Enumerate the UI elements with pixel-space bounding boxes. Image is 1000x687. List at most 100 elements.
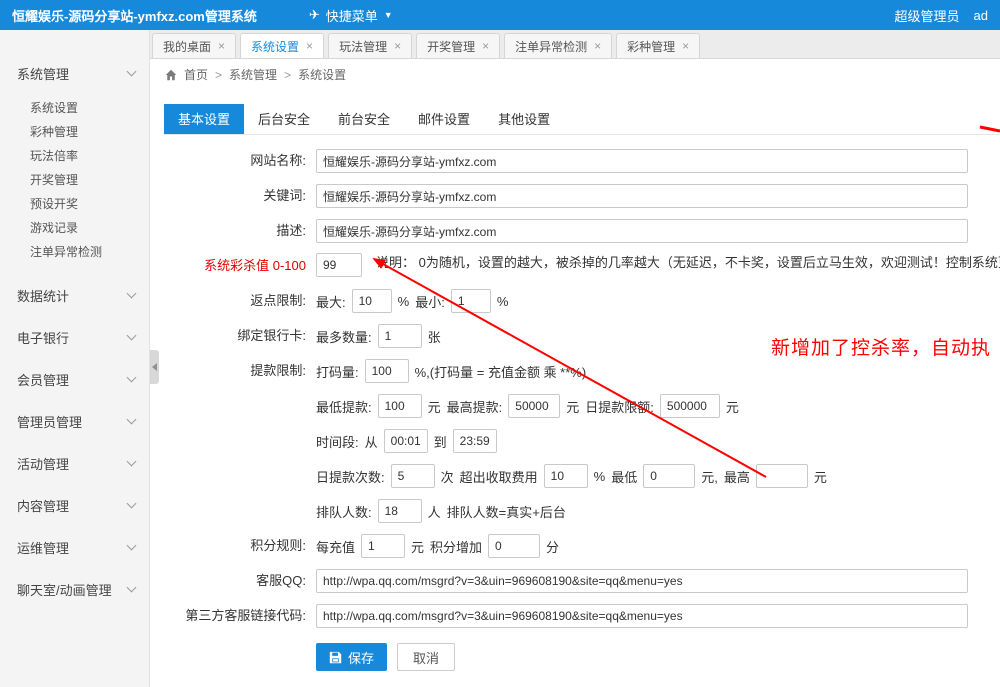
form-row: 返点限制: 最大: % 最小: % [164, 288, 1000, 314]
save-icon [329, 651, 342, 664]
description-input[interactable] [316, 219, 968, 243]
fee-max-input[interactable] [756, 464, 808, 488]
kill-rate-input[interactable] [316, 253, 362, 277]
times-unit: 次 [441, 467, 454, 486]
service-qq-input[interactable] [316, 569, 968, 593]
subtab-backend-security[interactable]: 后台安全 [244, 104, 324, 134]
sidebar-item-member-management[interactable]: 会员管理 [0, 358, 149, 400]
points-gain-input[interactable] [488, 534, 540, 558]
sidebar-item-ops-management[interactable]: 运维管理 [0, 526, 149, 568]
chevron-down-icon [127, 66, 137, 76]
tab-close-icon[interactable]: × [682, 39, 689, 53]
sidebar-item-game-records[interactable]: 游戏记录 [0, 216, 149, 240]
sidebar-section-label: 电子银行 [17, 328, 69, 347]
quick-menu-button[interactable]: ✈ 快捷菜单 ▼ [309, 6, 393, 25]
sidebar-item-data-statistics[interactable]: 数据统计 [0, 274, 149, 316]
sidebar-item-system-management[interactable]: 系统管理 [0, 52, 149, 94]
tab-order-anomaly[interactable]: 注单异常检测 × [504, 33, 612, 58]
sidebar-item-order-anomaly-detection[interactable]: 注单异常检测 [0, 240, 149, 264]
rebate-min-input[interactable] [451, 289, 491, 313]
tab-label: 开奖管理 [427, 38, 475, 55]
tab-system-settings[interactable]: 系统设置 × [240, 33, 324, 58]
max-withdraw-input[interactable] [508, 394, 560, 418]
form-row: 网站名称: [164, 148, 1000, 174]
description-label: 描述: [164, 218, 316, 244]
recharge-input[interactable] [361, 534, 405, 558]
sidebar-item-preset-draw[interactable]: 预设开奖 [0, 192, 149, 216]
user-role-label: 超级管理员 [895, 6, 960, 25]
site-name-label: 网站名称: [164, 148, 316, 174]
time-range-label: 时间段: [316, 432, 359, 451]
cancel-button[interactable]: 取消 [397, 643, 455, 671]
points-gain-label: 积分增加 [430, 537, 482, 556]
sidebar-item-chatroom-animation[interactable]: 聊天室/动画管理 [0, 568, 149, 610]
fee-min-input[interactable] [643, 464, 695, 488]
sidebar-item-content-management[interactable]: 内容管理 [0, 484, 149, 526]
percent-unit: % [594, 469, 606, 484]
sidebar-item-draw-management[interactable]: 开奖管理 [0, 168, 149, 192]
daily-times-input[interactable] [391, 464, 435, 488]
user-name-menu[interactable]: ad [974, 8, 988, 23]
breadcrumb-home[interactable]: 首页 [184, 66, 208, 83]
rebate-max-input[interactable] [352, 289, 392, 313]
breadcrumb: 首页 > 系统管理 > 系统设置 [150, 59, 1000, 90]
time-from-input[interactable] [384, 429, 428, 453]
sidebar-section-label: 运维管理 [17, 538, 69, 557]
subtab-mail-settings[interactable]: 邮件设置 [404, 104, 484, 134]
turnover-suffix: %,(打码量 = 充值金额 乘 **%) [415, 362, 587, 381]
form-row: 客服QQ: [164, 568, 1000, 594]
bank-card-count-input[interactable] [378, 324, 422, 348]
fee-input[interactable] [544, 464, 588, 488]
service-qq-label: 客服QQ: [164, 568, 316, 594]
tab-my-desktop[interactable]: 我的桌面 × [152, 33, 236, 58]
chevron-down-icon [127, 372, 137, 382]
sidebar-item-system-settings[interactable]: 系统设置 [0, 96, 149, 120]
form-row: 第三方客服链接代码: [164, 603, 1000, 629]
sidebar-collapse-handle[interactable] [150, 350, 159, 384]
sidebar-item-play-odds[interactable]: 玩法倍率 [0, 144, 149, 168]
sidebar-item-admin-management[interactable]: 管理员管理 [0, 400, 149, 442]
sidebar-item-activity-management[interactable]: 活动管理 [0, 442, 149, 484]
tab-play-management[interactable]: 玩法管理 × [328, 33, 412, 58]
min-withdraw-label: 最低提款: [316, 397, 372, 416]
sidebar-item-lottery-management[interactable]: 彩种管理 [0, 120, 149, 144]
keywords-input[interactable] [316, 184, 968, 208]
save-button-label: 保存 [348, 648, 374, 667]
tab-close-icon[interactable]: × [394, 39, 401, 53]
chevron-down-icon [127, 330, 137, 340]
breadcrumb-system-management[interactable]: 系统管理 [229, 66, 277, 83]
breadcrumb-system-settings[interactable]: 系统设置 [298, 66, 346, 83]
tab-draw-management[interactable]: 开奖管理 × [416, 33, 500, 58]
turnover-input[interactable] [365, 359, 409, 383]
save-button[interactable]: 保存 [316, 643, 387, 671]
time-to-input[interactable] [453, 429, 497, 453]
subtab-basic-settings[interactable]: 基本设置 [164, 104, 244, 134]
yuan-unit: 元 [428, 397, 441, 416]
queue-label: 排队人数: [316, 502, 372, 521]
form-row: 绑定银行卡: 最多数量: 张 [164, 323, 1000, 349]
site-name-input[interactable] [316, 149, 968, 173]
breadcrumb-separator: > [215, 68, 222, 82]
tab-close-icon[interactable]: × [482, 39, 489, 53]
sidebar-item-e-bank[interactable]: 电子银行 [0, 316, 149, 358]
plane-icon: ✈ [309, 7, 320, 23]
tab-label: 玩法管理 [339, 38, 387, 55]
tab-lottery-management[interactable]: 彩种管理 × [616, 33, 700, 58]
min-withdraw-input[interactable] [378, 394, 422, 418]
subtab-other-settings[interactable]: 其他设置 [484, 104, 564, 134]
tab-close-icon[interactable]: × [594, 39, 601, 53]
third-party-service-input[interactable] [316, 604, 968, 628]
tab-close-icon[interactable]: × [218, 39, 225, 53]
yuan-unit: 元, [701, 467, 718, 486]
daily-limit-label: 日提款限额: [585, 397, 654, 416]
form-row: 日提款次数: 次 超出收取费用 % 最低 元, 最高 元 [164, 463, 1000, 489]
rebate-label: 返点限制: [164, 288, 316, 314]
daily-limit-input[interactable] [660, 394, 720, 418]
subtab-frontend-security[interactable]: 前台安全 [324, 104, 404, 134]
queue-input[interactable] [378, 499, 422, 523]
keywords-label: 关键词: [164, 183, 316, 209]
window-tabstrip: 我的桌面 × 系统设置 × 玩法管理 × 开奖管理 × 注单异常检测 × 彩种管… [150, 30, 1000, 59]
form-row: 系统彩杀值 0-100 说明： 0为随机，设置的越大，被杀掉的几率越大（无延迟，… [164, 253, 1000, 279]
time-from-label: 从 [365, 432, 378, 451]
tab-close-icon[interactable]: × [306, 39, 313, 53]
